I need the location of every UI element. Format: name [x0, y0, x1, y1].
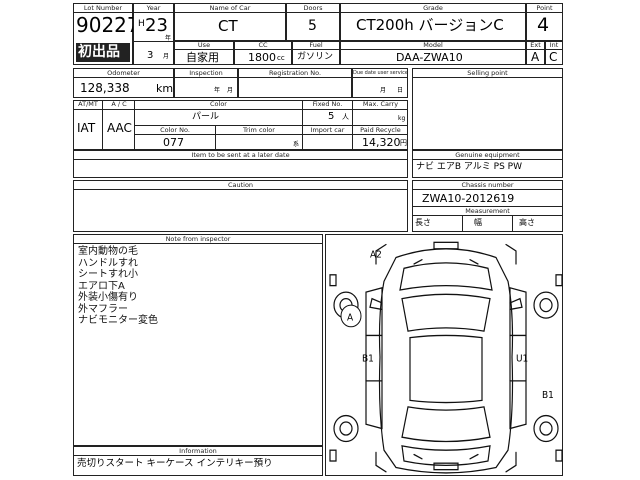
- use: 自家用: [186, 51, 219, 64]
- point-label: Point: [536, 4, 553, 12]
- note-line: 外装小傷有り: [78, 292, 138, 303]
- inspector-notes-list: 室内動物の毛 ハンドルすれ シートすれ小 エアロ下A 外装小傷有り 外マフラー …: [78, 246, 158, 327]
- first-listing-badge-text: 初出品: [78, 44, 120, 60]
- note-line: 室内動物の毛: [78, 246, 138, 257]
- car-name: CT: [218, 17, 238, 35]
- genuine-equipment-label: Genuine equipment: [455, 151, 520, 159]
- color-no-label: Color No.: [160, 126, 190, 134]
- information-text: 売切りスタート キーケース インテリキー預り: [77, 458, 273, 469]
- year-value: 23: [145, 15, 168, 36]
- damage-mark-a: A: [347, 312, 354, 323]
- model: DAA-ZWA10: [396, 51, 463, 64]
- damage-mark-b1-right: B1: [542, 390, 554, 401]
- doors-label: Doors: [303, 4, 323, 12]
- odometer-label: Odometer: [107, 69, 140, 77]
- year-era: H: [138, 19, 145, 29]
- month-unit: 月: [163, 53, 170, 60]
- trim-unit: 系: [293, 141, 300, 148]
- ext-grade: A: [531, 50, 540, 64]
- fixed-no-unit: 人: [342, 113, 349, 121]
- car-name-label: Name of Car: [209, 4, 251, 12]
- max-carry-label: Max. Carry: [362, 100, 399, 108]
- caution-label: Caution: [227, 181, 254, 189]
- due-date-label: Due date user service: [353, 70, 407, 76]
- registration-label: Registration No.: [268, 69, 322, 77]
- month-value: 3: [147, 50, 154, 61]
- information-label: Information: [179, 447, 217, 455]
- inspection-label: Inspection: [189, 69, 223, 77]
- color: パール: [192, 112, 220, 122]
- odometer-unit: km: [156, 82, 174, 95]
- inspection-year: 年: [214, 87, 221, 94]
- paid-recycle-label: Paid Recycle: [360, 126, 401, 134]
- transmission-type: IAT: [77, 121, 96, 135]
- color-no: 077: [163, 136, 184, 149]
- later-items-label: Item to be sent at a later date: [191, 151, 290, 159]
- inspection-month: 月: [227, 87, 234, 94]
- damage-mark-a2: A2: [370, 249, 382, 260]
- year-label: Year: [146, 4, 161, 12]
- due-day: 日: [397, 87, 404, 94]
- odometer: 128,338: [80, 81, 130, 95]
- note-line: ナビモニター変色: [78, 315, 158, 326]
- model-label: Model: [423, 41, 443, 49]
- chassis-label: Chassis number: [461, 181, 514, 189]
- atmt-label: AT/MT: [78, 100, 98, 108]
- note-line: ハンドルすれ: [78, 257, 138, 269]
- fixed-no-label: Fixed No.: [312, 100, 343, 108]
- paid-recycle-unit: 円: [400, 139, 407, 147]
- fixed-no: 5: [328, 111, 335, 122]
- note-line: 外マフラー: [78, 303, 128, 315]
- int-label: Int: [549, 41, 559, 49]
- import-car-label: Import car: [310, 126, 345, 134]
- grade: CT200h バージョンC: [356, 16, 504, 34]
- selling-point-cell: [412, 68, 563, 150]
- length-label: 長さ: [415, 218, 431, 227]
- paid-recycle: 14,320: [362, 136, 401, 149]
- lot-number-label: Lot Number: [83, 4, 123, 12]
- selling-point-label: Selling point: [467, 69, 508, 77]
- ac-label: A / C: [111, 100, 127, 108]
- trim-color-label: Trim color: [243, 126, 275, 134]
- doors: 5: [308, 18, 317, 34]
- max-carry-unit: kg: [398, 115, 406, 122]
- air-conditioning: AAC: [107, 121, 132, 135]
- inspector-notes-label: Note from inspector: [165, 235, 231, 243]
- grade-label: Grade: [423, 4, 443, 12]
- use-label: Use: [197, 41, 211, 49]
- fuel: ガソリン: [297, 52, 334, 62]
- fuel-label: Fuel: [309, 41, 323, 49]
- note-line: シートすれ小: [78, 269, 138, 280]
- point: 4: [537, 14, 550, 36]
- lot-number: 90227: [76, 13, 140, 37]
- cc-value: 1800: [248, 51, 276, 64]
- car-damage-diagram: A2 A B1 U1 B1: [329, 241, 563, 474]
- measurement-label: Measurement: [465, 207, 510, 215]
- cc-unit: cc: [277, 54, 285, 62]
- width-label: 幅: [474, 218, 482, 227]
- note-line: エアロ下A: [78, 280, 125, 292]
- damage-mark-b1-left: B1: [362, 353, 374, 364]
- cc-label: CC: [258, 41, 268, 49]
- genuine-equipment: ナビ エアB アルミ PS PW: [416, 162, 522, 172]
- color-label: Color: [210, 100, 227, 108]
- ext-label: Ext: [530, 41, 541, 49]
- damage-mark-u1: U1: [516, 353, 528, 364]
- due-month: 月: [380, 87, 387, 94]
- int-grade: C: [549, 50, 558, 64]
- height-label: 高さ: [519, 218, 535, 227]
- chassis-number: ZWA10-2012619: [422, 192, 515, 205]
